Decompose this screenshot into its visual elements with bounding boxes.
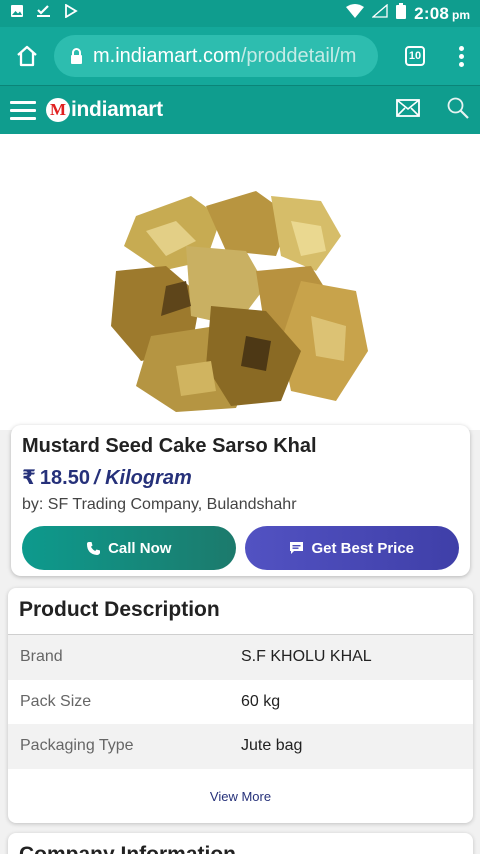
product-description-card: Product Description Brand S.F KHOLU KHAL…	[8, 588, 473, 823]
wifi-icon	[346, 4, 365, 23]
site-header: M indiamart	[0, 85, 480, 134]
url-text: m.indiamart.com/proddetail/m	[93, 44, 357, 67]
signal-icon	[371, 3, 388, 23]
price-value: 18.50	[39, 467, 90, 489]
spec-row-packaging-type: Packaging Type Jute bag	[8, 724, 473, 769]
gallery-icon	[10, 4, 24, 23]
clock-ampm: pm	[452, 7, 470, 22]
spec-key: Brand	[20, 648, 63, 666]
search-icon[interactable]	[446, 96, 470, 125]
chat-icon	[290, 542, 304, 554]
call-now-label: Call Now	[108, 539, 172, 557]
battery-icon	[396, 3, 407, 24]
message-icon[interactable]	[396, 98, 420, 122]
spec-table: Brand S.F KHOLU KHAL Pack Size 60 kg Pac…	[8, 635, 473, 769]
phone-icon	[87, 541, 101, 555]
spec-row-pack-size: Pack Size 60 kg	[8, 680, 473, 725]
indiamart-logo[interactable]: M indiamart	[46, 98, 163, 122]
play-store-icon	[64, 3, 78, 23]
spec-value: Jute bag	[241, 737, 303, 755]
clock: 2:08	[414, 3, 449, 23]
product-image-area	[0, 134, 480, 430]
tab-switcher-button[interactable]: 10	[388, 46, 442, 66]
product-summary-card: Mustard Seed Cake Sarso Khal ₹ 18.50 / K…	[11, 425, 470, 576]
view-more-link[interactable]: View More	[8, 769, 473, 824]
company-information-title: Company Information	[19, 843, 462, 854]
product-description-title: Product Description	[8, 588, 473, 635]
overflow-menu-button[interactable]	[442, 45, 480, 67]
address-bar[interactable]: m.indiamart.com/proddetail/m	[54, 35, 378, 77]
spec-row-brand: Brand S.F KHOLU KHAL	[8, 635, 473, 680]
logo-text: indiamart	[71, 98, 163, 121]
logo-mark: M	[46, 98, 70, 122]
price: ₹ 18.50 / Kilogram	[22, 465, 459, 490]
get-best-price-label: Get Best Price	[311, 539, 415, 557]
product-name: Mustard Seed Cake Sarso Khal	[22, 435, 317, 457]
spec-value: S.F KHOLU KHAL	[241, 648, 372, 666]
browser-toolbar: m.indiamart.com/proddetail/m 10	[0, 27, 480, 85]
product-image[interactable]	[106, 176, 372, 416]
spec-key: Pack Size	[20, 692, 92, 710]
seller-info[interactable]: by: SF Trading Company, Bulandshahr	[22, 496, 459, 514]
home-button[interactable]	[0, 27, 54, 85]
tab-count: 10	[405, 46, 425, 66]
call-now-button[interactable]: Call Now	[22, 526, 236, 570]
checklist-icon	[36, 4, 52, 23]
get-best-price-button[interactable]: Get Best Price	[244, 526, 459, 570]
status-bar: 2:08 pm	[0, 0, 480, 27]
company-information-card: Company Information	[8, 833, 473, 854]
price-unit: / Kilogram	[93, 467, 192, 489]
home-icon	[17, 45, 37, 67]
lock-icon	[71, 48, 82, 64]
rupee-icon: ₹	[22, 467, 36, 489]
spec-value: 60 kg	[241, 692, 281, 710]
spec-key: Packaging Type	[20, 737, 134, 755]
hamburger-menu-icon[interactable]	[0, 86, 46, 135]
